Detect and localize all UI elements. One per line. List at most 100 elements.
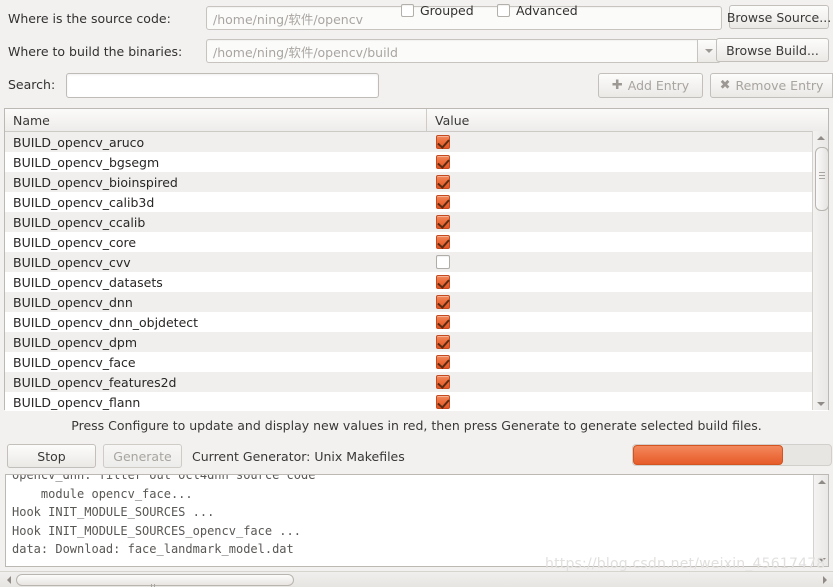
remove-entry-button[interactable]: ✖ Remove Entry xyxy=(710,73,833,98)
column-header-value[interactable]: Value xyxy=(427,109,828,131)
checkbox-checked-icon[interactable] xyxy=(436,155,450,169)
cache-entry-value[interactable] xyxy=(427,355,828,369)
output-log-panel[interactable]: opencv_dnn: filter out ocl4dnn source co… xyxy=(5,474,829,567)
scroll-right-icon[interactable] xyxy=(818,574,831,586)
scroll-up-icon[interactable] xyxy=(813,131,828,144)
table-row[interactable]: BUILD_opencv_core xyxy=(5,232,828,252)
progress-bar-fill xyxy=(633,445,784,465)
table-row[interactable]: BUILD_opencv_datasets xyxy=(5,272,828,292)
cache-entry-name: BUILD_opencv_core xyxy=(13,234,137,250)
table-row[interactable]: BUILD_opencv_face xyxy=(5,352,828,372)
chevron-down-glyph xyxy=(705,49,713,53)
triangle-right-glyph xyxy=(822,576,827,584)
plus-icon: ✚ xyxy=(611,78,623,93)
checkbox-unchecked-icon[interactable] xyxy=(436,255,450,269)
progress-bar xyxy=(632,444,832,466)
table-row[interactable]: BUILD_opencv_dnn xyxy=(5,292,828,312)
checkbox-checked-icon[interactable] xyxy=(436,375,450,389)
table-row[interactable]: BUILD_opencv_aruco xyxy=(5,132,828,152)
checkbox-checked-icon[interactable] xyxy=(436,175,450,189)
add-entry-label: Add Entry xyxy=(627,78,690,93)
build-path-row: Where to build the binaries: /home/ning/… xyxy=(0,38,833,64)
checkbox-checked-icon[interactable] xyxy=(436,315,450,329)
cache-entry-value[interactable] xyxy=(427,155,828,169)
current-generator-text: Current Generator: Unix Makefiles xyxy=(192,449,405,464)
cache-entry-value[interactable] xyxy=(427,135,828,149)
generate-button[interactable]: Generate xyxy=(103,444,182,468)
cache-entry-name: BUILD_opencv_dpm xyxy=(13,334,138,350)
horizontal-scrollbar-thumb[interactable] xyxy=(16,574,294,587)
advanced-checkbox[interactable]: Advanced xyxy=(497,3,578,18)
table-row[interactable]: BUILD_opencv_ccalib xyxy=(5,212,828,232)
checkbox-checked-icon[interactable] xyxy=(436,335,450,349)
window-horizontal-scrollbar[interactable] xyxy=(0,571,833,587)
cache-entry-value[interactable] xyxy=(427,255,828,269)
cache-rows-viewport: BUILD_opencv_aruco BUILD_opencv_bgsegm BUI… xyxy=(5,132,828,411)
table-row[interactable]: BUILD_opencv_features2d xyxy=(5,372,828,392)
cache-entry-name: BUILD_opencv_face xyxy=(13,354,136,370)
cache-entry-value[interactable] xyxy=(427,235,828,249)
table-row[interactable]: BUILD_opencv_cvv xyxy=(5,252,828,272)
scroll-up-icon[interactable] xyxy=(814,475,828,488)
table-row[interactable]: BUILD_opencv_calib3d xyxy=(5,192,828,212)
cache-entry-value[interactable] xyxy=(427,295,828,309)
cache-entry-name: BUILD_opencv_calib3d xyxy=(13,194,155,210)
table-row[interactable]: BUILD_opencv_dpm xyxy=(5,332,828,352)
cmake-gui-window: Where is the source code: /home/ning/软件/… xyxy=(0,0,833,587)
build-path-field[interactable]: /home/ning/软件/opencv/build xyxy=(206,39,697,63)
log-scrollbar[interactable] xyxy=(813,475,828,566)
cache-entry-value[interactable] xyxy=(427,375,828,389)
scroll-left-icon[interactable] xyxy=(2,574,15,586)
checkbox-checked-icon[interactable] xyxy=(436,135,450,149)
add-entry-button[interactable]: ✚ Add Entry xyxy=(598,73,703,98)
build-path-label: Where to build the binaries: xyxy=(8,43,183,59)
cache-entry-value[interactable] xyxy=(427,195,828,209)
cache-entry-value[interactable] xyxy=(427,215,828,229)
generate-label: Generate xyxy=(113,448,172,464)
output-log-text: opencv_dnn: filter out ocl4dnn source co… xyxy=(12,474,316,556)
checkbox-checked-icon[interactable] xyxy=(436,215,450,229)
browse-source-button[interactable]: Browse Source... xyxy=(726,5,832,29)
browse-build-button[interactable]: Browse Build... xyxy=(716,38,829,62)
cache-entry-name: BUILD_opencv_ccalib xyxy=(13,214,146,230)
scroll-down-icon[interactable] xyxy=(814,553,828,566)
table-row[interactable]: BUILD_opencv_bioinspired xyxy=(5,172,828,192)
scrollbar-thumb[interactable] xyxy=(815,147,829,211)
triangle-left-glyph xyxy=(6,576,11,584)
scroll-down-icon[interactable] xyxy=(813,397,828,410)
grip-icon xyxy=(151,578,159,587)
table-row[interactable]: BUILD_opencv_flann xyxy=(5,392,828,411)
checkbox-checked-icon[interactable] xyxy=(436,355,450,369)
column-header-name[interactable]: Name xyxy=(5,109,427,131)
cache-entry-value[interactable] xyxy=(427,175,828,189)
status-message: Press Configure to update and display ne… xyxy=(71,418,762,433)
browse-build-label: Browse Build... xyxy=(726,42,819,58)
triangle-up-glyph xyxy=(817,479,826,484)
cache-table-scrollbar[interactable] xyxy=(812,131,829,410)
cache-entry-value[interactable] xyxy=(427,275,828,289)
checkbox-checked-icon[interactable] xyxy=(436,295,450,309)
cache-entry-name: BUILD_opencv_aruco xyxy=(13,134,145,150)
search-input[interactable] xyxy=(66,73,379,98)
cache-entry-value[interactable] xyxy=(427,395,828,409)
grouped-checkbox[interactable]: Grouped xyxy=(401,3,474,18)
cache-entry-name: BUILD_opencv_dnn xyxy=(13,294,133,310)
cache-entry-name: BUILD_opencv_bgsegm xyxy=(13,154,160,170)
source-path-label: Where is the source code: xyxy=(8,10,171,26)
browse-source-label: Browse Source... xyxy=(726,9,832,25)
triangle-down-glyph xyxy=(816,401,825,406)
advanced-label: Advanced xyxy=(516,3,578,18)
checkbox-checked-icon[interactable] xyxy=(436,275,450,289)
checkbox-checked-icon[interactable] xyxy=(436,195,450,209)
triangle-down-glyph xyxy=(817,557,826,562)
table-row[interactable]: BUILD_opencv_bgsegm xyxy=(5,152,828,172)
checkbox-icon xyxy=(497,4,510,17)
cache-entry-value[interactable] xyxy=(427,335,828,349)
stop-button[interactable]: Stop xyxy=(7,444,96,468)
checkbox-checked-icon[interactable] xyxy=(436,235,450,249)
cache-entry-value[interactable] xyxy=(427,315,828,329)
checkbox-checked-icon[interactable] xyxy=(436,395,450,409)
stop-label: Stop xyxy=(37,448,66,464)
table-row[interactable]: BUILD_opencv_dnn_objdetect xyxy=(5,312,828,332)
cache-entry-name: BUILD_opencv_bioinspired xyxy=(13,174,178,190)
